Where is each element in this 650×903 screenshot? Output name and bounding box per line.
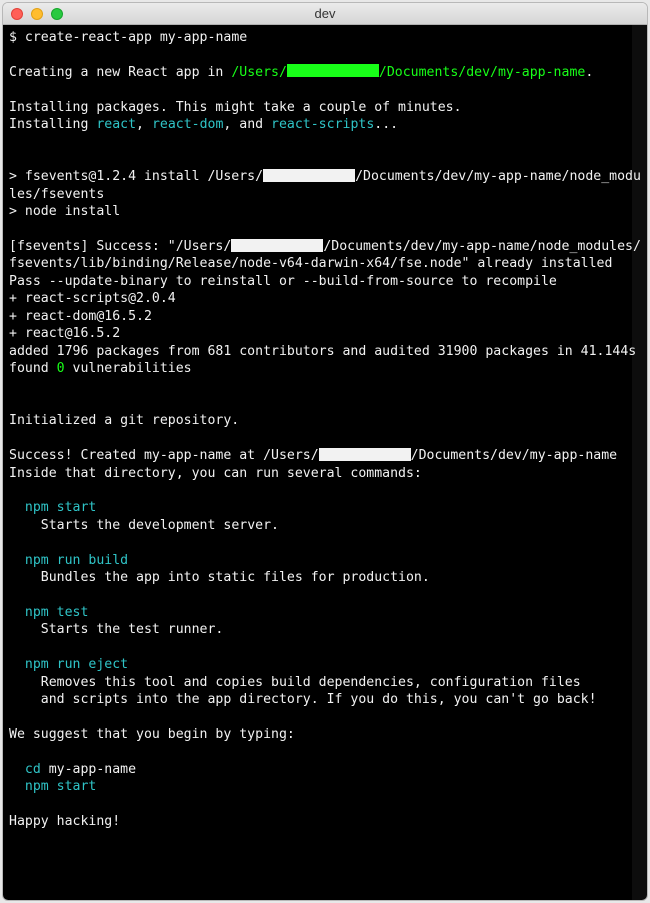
output-line: We suggest that you begin by typing: bbox=[9, 727, 295, 742]
command-description: Starts the test runner. bbox=[9, 622, 223, 637]
output-line: , bbox=[136, 117, 152, 132]
output-line: Installing bbox=[9, 117, 96, 132]
output-line: > fsevents@1.2.4 install /Users/ bbox=[9, 169, 263, 184]
terminal-window: dev $ create-react-app my-app-name Creat… bbox=[2, 2, 648, 901]
redacted-username bbox=[287, 64, 379, 77]
npm-command: npm run build bbox=[9, 553, 128, 568]
command-description: Bundles the app into static files for pr… bbox=[9, 570, 430, 585]
traffic-lights bbox=[3, 8, 63, 20]
redacted-username bbox=[231, 239, 323, 252]
output-line: Success! Created my-app-name at /Users/ bbox=[9, 448, 319, 463]
output-line: found bbox=[9, 361, 57, 376]
terminal-output[interactable]: $ create-react-app my-app-name Creating … bbox=[3, 25, 647, 900]
npm-command: npm start bbox=[9, 500, 96, 515]
output-line: ... bbox=[374, 117, 398, 132]
output-line: [fsevents] Success: "/Users/ bbox=[9, 239, 231, 254]
package-name: react-scripts bbox=[271, 117, 374, 132]
minimize-icon[interactable] bbox=[31, 8, 43, 20]
output-line: Creating a new React app in bbox=[9, 65, 231, 80]
command-input: create-react-app my-app-name bbox=[25, 30, 247, 45]
output-line: + react@16.5.2 bbox=[9, 326, 120, 341]
output-line: vulnerabilities bbox=[65, 361, 192, 376]
output-line: Initialized a git repository. bbox=[9, 413, 239, 428]
output-line: Happy hacking! bbox=[9, 814, 120, 829]
titlebar[interactable]: dev bbox=[3, 3, 647, 25]
path-segment: /Documents/dev/my-app-name bbox=[379, 65, 585, 80]
output-line: > node install bbox=[9, 204, 120, 219]
scrollbar[interactable] bbox=[632, 25, 647, 900]
maximize-icon[interactable] bbox=[51, 8, 63, 20]
redacted-username bbox=[319, 448, 411, 461]
command-description: Starts the development server. bbox=[9, 518, 279, 533]
suggested-command: cd bbox=[9, 762, 49, 777]
path-segment: /Users/ bbox=[231, 65, 287, 80]
suggested-command: npm start bbox=[9, 779, 96, 794]
output-line: + react-scripts@2.0.4 bbox=[9, 291, 176, 306]
window-title: dev bbox=[3, 6, 647, 21]
app-name: my-app-name bbox=[49, 762, 136, 777]
command-description: and scripts into the app directory. If y… bbox=[9, 692, 597, 707]
output-line: . bbox=[585, 65, 593, 80]
output-line: , and bbox=[223, 117, 271, 132]
package-name: react bbox=[96, 117, 136, 132]
vuln-count: 0 bbox=[57, 361, 65, 376]
output-line: Inside that directory, you can run sever… bbox=[9, 466, 422, 481]
output-line: Installing packages. This might take a c… bbox=[9, 100, 462, 115]
command-description: Removes this tool and copies build depen… bbox=[9, 675, 581, 690]
output-line: Pass --update-binary to reinstall or --b… bbox=[9, 274, 557, 289]
npm-command: npm test bbox=[9, 605, 88, 620]
output-line: added 1796 packages from 681 contributor… bbox=[9, 344, 636, 359]
package-name: react-dom bbox=[152, 117, 223, 132]
prompt: $ bbox=[9, 30, 25, 45]
close-icon[interactable] bbox=[11, 8, 23, 20]
redacted-username bbox=[263, 169, 355, 182]
output-line: /Documents/dev/my-app-name bbox=[411, 448, 617, 463]
output-line: + react-dom@16.5.2 bbox=[9, 309, 152, 324]
npm-command: npm run eject bbox=[9, 657, 128, 672]
